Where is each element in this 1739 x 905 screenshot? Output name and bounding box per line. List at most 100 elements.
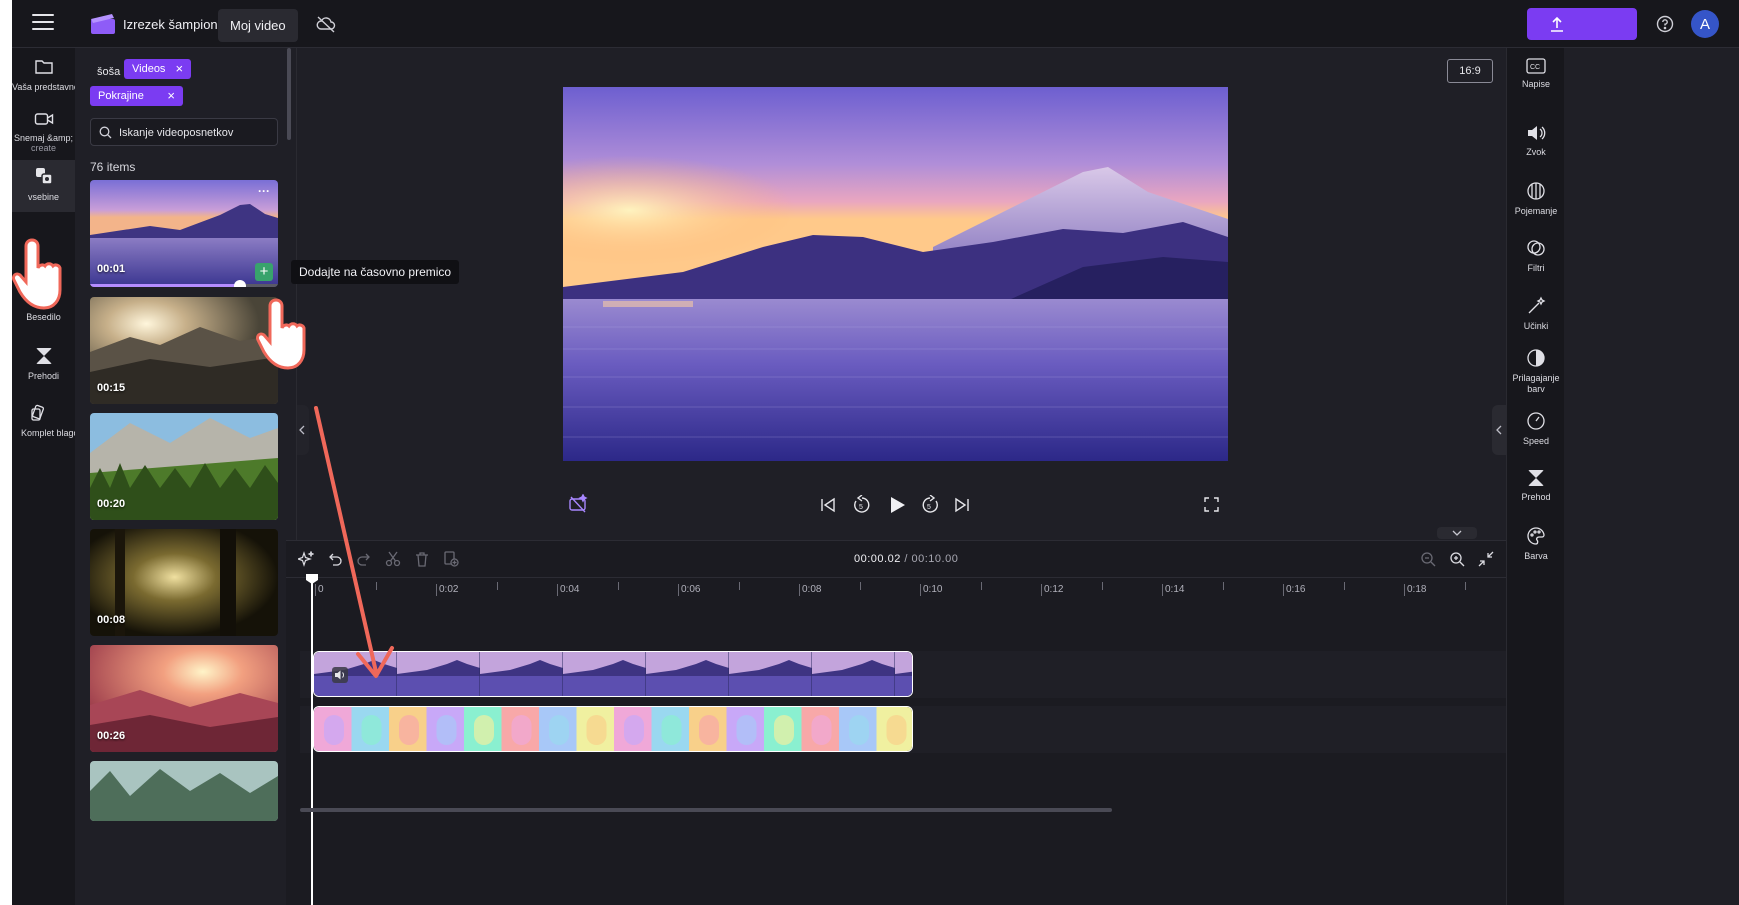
- redo-icon[interactable]: [356, 551, 372, 567]
- property-effects[interactable]: Učinki: [1507, 296, 1565, 332]
- filmstrip-blob: [549, 715, 569, 745]
- filmstrip-blob: [474, 715, 494, 745]
- fullscreen-icon[interactable]: [1204, 497, 1219, 512]
- search-input[interactable]: [119, 124, 274, 142]
- filter-prefix: šoša: [97, 66, 121, 78]
- video-thumbnail[interactable]: 00:08: [90, 529, 278, 636]
- captions-icon: CC: [1526, 58, 1546, 74]
- sidebar-item-content-library[interactable]: vsebine: [12, 160, 75, 212]
- property-filters[interactable]: Filtri: [1507, 238, 1565, 274]
- fit-timeline-icon[interactable]: [1478, 551, 1494, 567]
- playhead[interactable]: [311, 578, 313, 905]
- clip-filmstrip: [314, 652, 912, 696]
- filter-chip-videos[interactable]: Videos ×: [124, 59, 192, 79]
- play-icon[interactable]: [888, 496, 906, 514]
- skip-back-icon[interactable]: [820, 497, 836, 513]
- brand-kit-icon: [31, 404, 45, 421]
- filter-chip-landscapes[interactable]: Pokrajine ×: [90, 86, 183, 106]
- close-icon[interactable]: ×: [175, 62, 183, 75]
- property-transition[interactable]: Prehod: [1507, 469, 1565, 503]
- rewind-5-icon[interactable]: 5: [852, 495, 872, 515]
- ruler-tick: [920, 584, 921, 596]
- property-label: Pojemanje: [1514, 206, 1558, 216]
- magic-camera-icon[interactable]: [568, 494, 588, 514]
- ruler-minor-tick: [617, 582, 619, 590]
- thumbnail-duration: 00:15: [97, 382, 126, 394]
- collapse-preview-icon[interactable]: [1437, 527, 1477, 539]
- avatar[interactable]: A: [1691, 10, 1719, 38]
- timeline-scrollbar[interactable]: [300, 808, 1112, 812]
- filmstrip-frame: [480, 652, 564, 696]
- property-captions[interactable]: CC Napise: [1507, 58, 1565, 90]
- ruler-tick: [1283, 584, 1284, 596]
- ruler-label: 0: [318, 584, 324, 595]
- cloud-off-icon[interactable]: [316, 15, 336, 33]
- property-label: Učinki: [1523, 321, 1549, 331]
- sidebar-item-label: Snemaj &amp;: [13, 133, 74, 143]
- video-thumbnail[interactable]: 00:26: [90, 645, 278, 752]
- more-options-icon[interactable]: ···: [258, 184, 270, 198]
- gradient-background-clip[interactable]: [313, 706, 913, 752]
- property-fade[interactable]: Pojemanje: [1507, 181, 1565, 217]
- timeline-toolbar: 00:00.02 / 00:10.00: [286, 541, 1506, 577]
- split-icon[interactable]: [385, 551, 401, 567]
- chevron-left-icon: [299, 425, 305, 435]
- help-icon[interactable]: [1656, 15, 1674, 33]
- skip-forward-icon[interactable]: [954, 497, 970, 513]
- panel-scrollbar[interactable]: [287, 48, 291, 140]
- audio-icon[interactable]: [332, 667, 348, 683]
- filmstrip-frame: [646, 652, 730, 696]
- ruler-tick: [557, 584, 558, 596]
- ruler-minor-tick: [859, 582, 861, 590]
- delete-icon[interactable]: [414, 551, 430, 567]
- upload-icon: [1551, 16, 1563, 32]
- timeline-ruler[interactable]: 0 0:02 0:04 0:06 0:08 0:10 0:12 0:14 0:16 0:18: [286, 577, 1506, 601]
- video-thumbnail[interactable]: ··· 00:01 +: [90, 180, 278, 287]
- preview-progress-bar[interactable]: [90, 284, 278, 287]
- property-label: Prilagajanje: [1512, 373, 1560, 383]
- svg-text:5: 5: [927, 504, 931, 511]
- undo-icon[interactable]: [327, 551, 343, 567]
- property-audio[interactable]: Zvok: [1507, 124, 1565, 158]
- aspect-ratio-button[interactable]: 16:9: [1447, 59, 1493, 83]
- ruler-minor-tick: [1222, 582, 1224, 590]
- close-icon[interactable]: ×: [167, 89, 175, 102]
- filmstrip-blob: [361, 715, 382, 745]
- chip-label: Pokrajine: [98, 90, 144, 102]
- add-to-timeline-button[interactable]: +: [255, 263, 273, 281]
- zoom-in-icon[interactable]: [1449, 551, 1465, 567]
- property-speed[interactable]: Speed: [1507, 411, 1565, 447]
- sidebar-item-your-media[interactable]: Vaša predstavnost: [12, 58, 86, 92]
- collapse-properties-handle[interactable]: [1492, 405, 1506, 455]
- forward-5-icon[interactable]: 5: [920, 495, 940, 515]
- sidebar-item-label: vsebine: [27, 192, 60, 202]
- mountain-lake-clip[interactable]: [313, 651, 913, 697]
- ruler-label: 0:18: [1407, 584, 1427, 595]
- project-name-field[interactable]: Moj video: [218, 9, 298, 42]
- add-media-icon[interactable]: [443, 551, 459, 567]
- sidebar-item-text[interactable]: Besedilo: [12, 290, 75, 322]
- sidebar-item-record-create[interactable]: Snemaj &amp; create: [12, 111, 75, 153]
- sidebar-item-transitions[interactable]: Prehodi: [12, 347, 75, 381]
- ruler-minor-tick: [1343, 582, 1345, 590]
- zoom-out-icon[interactable]: [1420, 551, 1436, 567]
- collapse-panel-handle[interactable]: [297, 405, 309, 455]
- property-color[interactable]: Barva: [1507, 526, 1565, 562]
- thumbnail-duration: 00:26: [97, 730, 126, 742]
- svg-text:5: 5: [859, 504, 863, 511]
- property-color-adjust[interactable]: Prilagajanje barv: [1507, 348, 1565, 395]
- sidebar-item-label: Prehodi: [27, 371, 60, 381]
- ruler-tick: [1162, 584, 1163, 596]
- sidebar-item-label: Besedilo: [26, 312, 61, 322]
- video-thumbnail[interactable]: 00:15: [90, 297, 278, 404]
- menu-icon[interactable]: [32, 14, 54, 32]
- search-box[interactable]: [90, 118, 278, 146]
- export-button[interactable]: [1527, 8, 1637, 40]
- sidebar-item-brand-kit[interactable]: Komplet blagovnih znamk: [12, 404, 124, 438]
- video-thumbnail[interactable]: [90, 761, 278, 821]
- video-thumbnail[interactable]: 00:20: [90, 413, 278, 520]
- text-icon: [38, 292, 49, 304]
- property-label: Barva: [1524, 551, 1548, 561]
- sparkle-icon[interactable]: [298, 551, 314, 567]
- filmstrip-blob: [699, 715, 719, 745]
